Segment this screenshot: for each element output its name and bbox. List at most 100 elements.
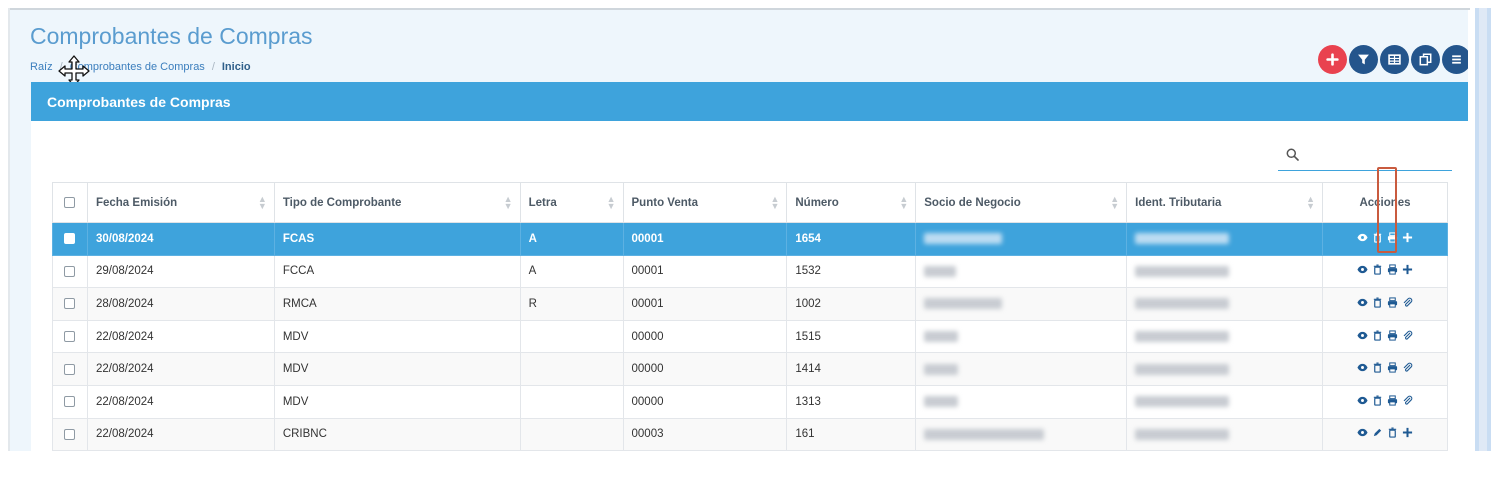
- cell-punto-venta: 00000: [622, 319, 788, 354]
- cell-numero: 1414: [786, 352, 917, 386]
- column-label: Fecha Emisión: [95, 196, 178, 209]
- cell-tipo: MDV: [273, 319, 521, 354]
- row-checkbox[interactable]: [64, 428, 76, 440]
- attach-icon[interactable]: [1402, 362, 1413, 373]
- cell-letra: [519, 384, 624, 419]
- cell-ident: [1126, 222, 1324, 256]
- vouchers-table: Fecha Emisión ▲ ▼ Tipo de Comprobante ▲ ▼ Le…: [52, 182, 1448, 461]
- cell-acciones: [1322, 254, 1448, 289]
- table-view-button[interactable]: [1380, 45, 1409, 74]
- cell-letra: A: [519, 254, 624, 289]
- eye-icon[interactable]: [1357, 264, 1368, 275]
- print-icon[interactable]: [1387, 297, 1398, 308]
- redacted-text: [1135, 331, 1230, 343]
- plus-icon[interactable]: [1402, 264, 1413, 275]
- trash-icon[interactable]: [1372, 330, 1383, 341]
- cell-numero: 1313: [786, 384, 917, 419]
- print-icon[interactable]: [1387, 362, 1398, 373]
- cell-fecha: 22/08/2024: [86, 417, 275, 452]
- print-icon[interactable]: [1387, 329, 1398, 341]
- cell-ident: [1126, 319, 1324, 354]
- plus-icon[interactable]: [1402, 232, 1413, 243]
- column-header-punto-venta[interactable]: Punto Venta ▲ ▼: [622, 182, 788, 223]
- redacted-text: [924, 363, 959, 375]
- cell-tipo: MDV: [273, 384, 521, 419]
- list-icon: [1452, 55, 1461, 64]
- row-actions: [1357, 329, 1413, 341]
- cell-numero: 1654: [786, 222, 917, 256]
- column-header-numero[interactable]: Número ▲ ▼: [786, 182, 917, 223]
- toolbar: [1318, 45, 1468, 74]
- cell-numero: 1515: [786, 319, 917, 354]
- cell-letra: A: [519, 222, 624, 256]
- table-row[interactable]: 22/08/2024 CRIBNC 00003 161: [52, 417, 1448, 452]
- column-header-fecha[interactable]: Fecha Emisión ▲ ▼: [86, 182, 275, 223]
- redacted-text: [924, 233, 1003, 245]
- select-all-checkbox[interactable]: [64, 196, 76, 208]
- cell-fecha: 22/08/2024: [86, 319, 275, 354]
- copy-button[interactable]: [1411, 45, 1440, 74]
- column-label: Letra: [528, 196, 557, 209]
- table-row[interactable]: 22/08/2024 MDV 00000 1515: [52, 319, 1448, 354]
- cell-punto-venta: 00003: [622, 417, 788, 452]
- table-row[interactable]: 28/08/2024 RMCA R 00001 1002: [52, 287, 1448, 321]
- row-checkbox[interactable]: [64, 298, 76, 310]
- breadcrumb-root[interactable]: Raíz: [30, 61, 53, 73]
- eye-icon[interactable]: [1357, 330, 1368, 341]
- cell-tipo: FCCA: [273, 254, 521, 289]
- table-row[interactable]: 30/08/2024 FCAS A 00001 1654: [52, 222, 1448, 256]
- row-checkbox[interactable]: [64, 363, 76, 375]
- row-select-cell: [52, 222, 88, 256]
- add-button[interactable]: [1318, 45, 1347, 74]
- plus-icon[interactable]: [1402, 427, 1413, 438]
- sort-icon: ▲ ▼: [503, 194, 513, 211]
- eye-icon[interactable]: [1357, 362, 1368, 373]
- search-icon: [1286, 148, 1299, 161]
- scrollbar[interactable]: [1475, 8, 1491, 461]
- attach-icon[interactable]: [1402, 395, 1413, 406]
- list-button[interactable]: [1442, 45, 1468, 74]
- eye-icon[interactable]: [1357, 395, 1368, 406]
- cell-acciones: [1322, 417, 1448, 452]
- bottom-area: [0, 451, 1496, 477]
- column-header-tipo[interactable]: Tipo de Comprobante ▲ ▼: [273, 182, 521, 223]
- cell-ident: [1126, 417, 1324, 452]
- cell-punto-venta: 00000: [622, 352, 788, 386]
- trash-icon[interactable]: [1372, 395, 1383, 406]
- attach-icon[interactable]: [1402, 297, 1413, 308]
- redacted-text: [1135, 363, 1230, 375]
- trash-icon[interactable]: [1372, 297, 1383, 308]
- sort-icon: ▲ ▼: [1306, 194, 1316, 211]
- table-row[interactable]: 29/08/2024 FCCA A 00001 1532: [52, 254, 1448, 289]
- edit-icon[interactable]: [1372, 427, 1383, 438]
- eye-icon[interactable]: [1357, 297, 1368, 308]
- row-checkbox[interactable]: [64, 396, 76, 408]
- column-header-letra[interactable]: Letra ▲ ▼: [519, 182, 624, 223]
- scrollbar-thumb[interactable]: [1479, 8, 1487, 461]
- row-checkbox[interactable]: [64, 233, 76, 245]
- trash-icon[interactable]: [1372, 362, 1383, 373]
- filter-button[interactable]: [1349, 45, 1378, 74]
- print-icon[interactable]: [1387, 395, 1398, 406]
- column-header-socio[interactable]: Socio de Negocio ▲ ▼: [915, 182, 1128, 223]
- row-checkbox[interactable]: [64, 265, 76, 277]
- screen: Comprobantes de Compras Raíz / Comprobante…: [0, 0, 1496, 477]
- filter-icon: [1358, 54, 1369, 65]
- column-header-ident[interactable]: Ident. Tributaria ▲ ▼: [1126, 182, 1324, 223]
- cell-ident: [1126, 254, 1324, 289]
- eye-icon[interactable]: [1357, 427, 1368, 438]
- cell-tipo: MDV: [273, 352, 521, 386]
- cell-fecha: 28/08/2024: [86, 287, 275, 321]
- trash-icon[interactable]: [1372, 264, 1383, 276]
- trash-icon[interactable]: [1387, 427, 1398, 439]
- search-input[interactable]: [1278, 141, 1452, 171]
- redacted-text: [1135, 298, 1230, 310]
- row-checkbox[interactable]: [64, 331, 76, 343]
- table-row[interactable]: 22/08/2024 MDV 00000 1414: [52, 352, 1448, 386]
- eye-icon[interactable]: [1357, 232, 1368, 243]
- print-icon[interactable]: [1387, 264, 1398, 275]
- table-row[interactable]: 22/08/2024 MDV 00000 1313: [52, 384, 1448, 419]
- column-label: Socio de Negocio: [924, 196, 1021, 209]
- attach-icon[interactable]: [1402, 330, 1413, 341]
- cell-letra: [519, 352, 624, 386]
